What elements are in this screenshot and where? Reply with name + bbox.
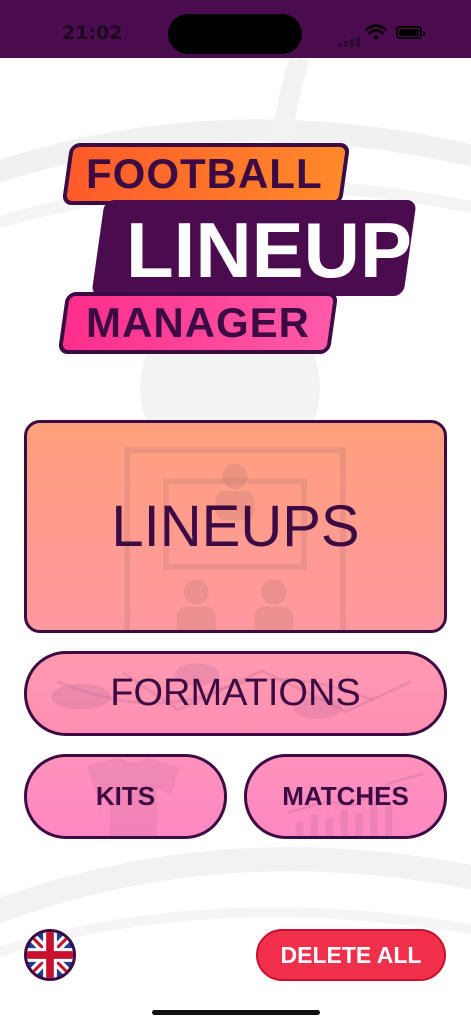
logo-text-lineup: LINEUP bbox=[126, 206, 413, 294]
home-indicator[interactable] bbox=[152, 1010, 320, 1015]
logo-text-football: FOOTBALL bbox=[86, 150, 323, 197]
delete-all-label: DELETE ALL bbox=[280, 941, 422, 968]
kits-button[interactable]: KITS bbox=[24, 754, 227, 839]
app-logo: FOOTBALL LINEUP MANAGER bbox=[0, 0, 471, 380]
kits-label: KITS bbox=[95, 781, 156, 811]
formations-label: FORMATIONS bbox=[110, 672, 361, 714]
lineups-label: LINEUPS bbox=[111, 494, 360, 559]
matches-label: MATCHES bbox=[282, 781, 409, 811]
matches-button[interactable]: MATCHES bbox=[244, 754, 447, 839]
formations-button[interactable]: FORMATIONS bbox=[24, 651, 447, 736]
logo-text-manager: MANAGER bbox=[86, 299, 310, 346]
lineups-button[interactable]: LINEUPS bbox=[24, 420, 447, 633]
uk-flag-icon[interactable] bbox=[24, 929, 76, 981]
delete-all-button[interactable]: DELETE ALL bbox=[256, 929, 446, 981]
